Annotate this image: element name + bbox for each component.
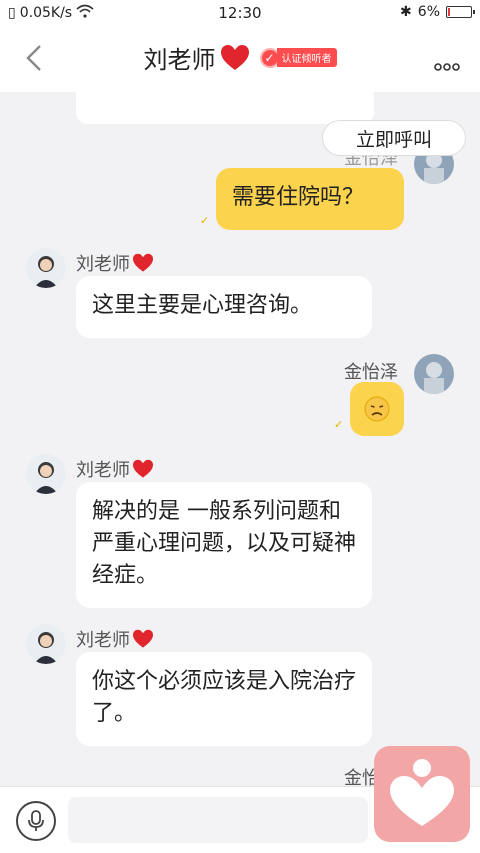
- sender-name: 刘老师: [76, 250, 154, 276]
- teacher-avatar-image: [26, 454, 66, 494]
- read-check-icon: ✓: [334, 418, 344, 431]
- sad-face-emoji-icon: [364, 396, 390, 422]
- message-bubble-incoming[interactable]: 这里主要是心理咨询。: [76, 276, 372, 338]
- read-check-icon: ✓: [200, 214, 210, 227]
- heart-icon: [133, 629, 153, 648]
- sender-name: 金怡泽: [344, 358, 398, 384]
- sender-name-text: 刘老师: [76, 254, 130, 275]
- sender-name: 刘老师: [76, 626, 154, 652]
- status-bar: ▯ 0.05K/s 12:30 ✱ 6%: [0, 0, 480, 26]
- verified-badge: ✓ 认证倾听者: [259, 47, 337, 68]
- sender-name-text: 刘老师: [76, 460, 130, 481]
- sender-name-text: 金怡泽: [344, 362, 398, 383]
- bluetooth-icon: ✱: [400, 4, 412, 20]
- sender-name-text: 刘老师: [76, 630, 130, 651]
- message-bubble-outgoing[interactable]: 需要住院吗？: [216, 168, 404, 230]
- teacher-avatar-image: [26, 624, 66, 664]
- avatar[interactable]: [26, 248, 66, 288]
- heart-icon: [133, 459, 153, 478]
- chat-area[interactable]: 金怡泽 立即呼叫 ✓ 需要住院吗？ 刘老师 这里主要是心理咨询。 金怡泽 ✓ 刘…: [0, 92, 480, 786]
- call-now-button[interactable]: 立即呼叫: [322, 120, 466, 156]
- page-title: 刘老师: [143, 46, 216, 74]
- title-group: 刘老师 ✓ 认证倾听者: [0, 40, 480, 75]
- message-bubble-outgoing[interactable]: [350, 382, 404, 436]
- battery-icon: [446, 6, 475, 18]
- more-options-button[interactable]: [434, 52, 460, 77]
- status-right: ✱ 6%: [400, 4, 475, 20]
- more-icon: [434, 63, 460, 71]
- badge-label: 认证倾听者: [276, 48, 337, 67]
- message-bubble-incoming[interactable]: 你这个必须应该是入院治疗了。: [76, 652, 372, 746]
- heart-icon: [220, 44, 249, 70]
- message-input[interactable]: [68, 797, 368, 843]
- avatar[interactable]: [414, 354, 454, 394]
- message-bubble-partial: [76, 92, 374, 124]
- avatar[interactable]: [26, 454, 66, 494]
- teacher-avatar-image: [26, 248, 66, 288]
- avatar[interactable]: [26, 624, 66, 664]
- sender-name: 刘老师: [76, 456, 154, 482]
- battery-fill: [448, 8, 450, 16]
- battery-percent: 6%: [417, 4, 440, 20]
- heart-float-button[interactable]: [374, 746, 470, 842]
- heart-person-icon: [390, 759, 454, 826]
- heart-icon: [133, 253, 153, 272]
- user-avatar-image: [414, 354, 454, 394]
- voice-input-button[interactable]: [16, 801, 56, 841]
- chat-header: 刘老师 ✓ 认证倾听者: [0, 26, 480, 92]
- microphone-icon: [28, 810, 44, 831]
- message-bubble-incoming[interactable]: 解决的是 一般系列问题和严重心理问题，以及可疑神经症。: [76, 482, 372, 608]
